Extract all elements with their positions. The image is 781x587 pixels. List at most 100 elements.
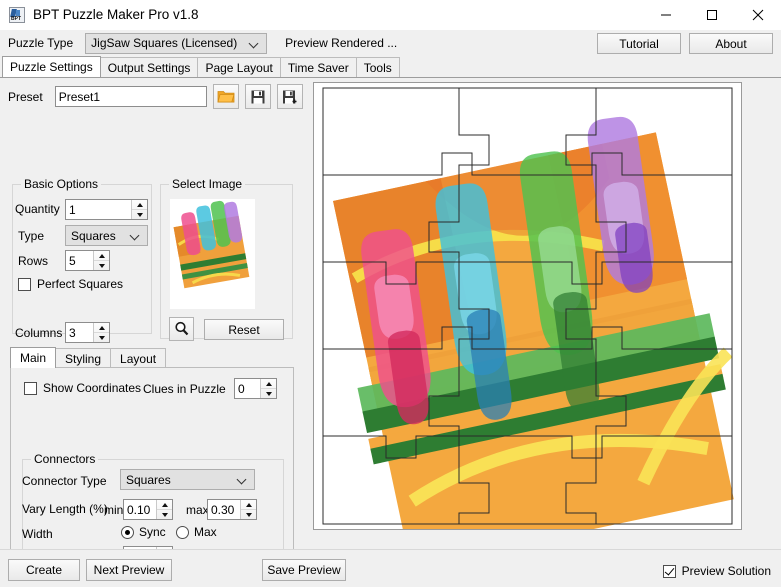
inner-tabstrip: Main Styling Layout [10,346,294,368]
columns-stepper-down[interactable] [94,333,109,342]
settings-pane: Preset Preset1 [0,78,305,549]
clues-in-puzzle-label: Clues in Puzzle [143,382,226,396]
type-select[interactable]: Squares [65,225,148,246]
status-text: Preview Rendered ... [285,36,397,50]
min-stepper-down[interactable] [157,510,172,519]
puzzle-type-value: JigSaw Squares (Licensed) [91,36,237,50]
vary-length-max-stepper[interactable] [240,500,256,519]
main-tabstrip: Puzzle Settings Output Settings Page Lay… [0,56,781,77]
save-disk-icon[interactable] [245,84,271,109]
tab-tools[interactable]: Tools [356,57,400,77]
preview-solution-checkbox[interactable]: Preview Solution [663,564,771,578]
top-right-buttons: Tutorial About [597,33,773,54]
width-max-radio[interactable]: Max [176,525,217,539]
columns-stepper[interactable] [93,323,109,342]
inner-tab-layout[interactable]: Layout [110,348,166,368]
vary-length-label: Vary Length (%) [22,502,108,516]
min-stepper-up[interactable] [157,500,172,510]
show-coordinates-checkbox[interactable]: Show Coordinates [24,381,141,395]
width-label: Width [22,527,53,541]
highlighter-pens-thumbnail[interactable] [170,199,255,309]
vary-length-max-input[interactable]: 0.30 [207,499,257,520]
radio-box [121,526,134,539]
inner-tab-main[interactable]: Main [10,347,56,368]
tab-puzzle-settings[interactable]: Puzzle Settings [2,56,101,77]
bpt-app-icon: BPT [9,7,25,23]
connector-type-select[interactable]: Squares [120,469,255,490]
tutorial-button[interactable]: Tutorial [597,33,681,54]
preview-solution-label: Preview Solution [682,564,771,578]
next-preview-button[interactable]: Next Preview [86,559,172,581]
quantity-stepper-down[interactable] [132,210,147,219]
preset-input[interactable]: Preset1 [55,86,207,107]
tab-page-layout[interactable]: Page Layout [197,57,280,77]
maximize-icon[interactable] [689,0,735,30]
radio-box [176,526,189,539]
vary-length-min-stepper[interactable] [156,500,172,519]
quantity-stepper-up[interactable] [132,200,147,210]
app-window: BPT BPT Puzzle Maker Pro v1.8 Puzzle Typ… [0,0,781,587]
rows-stepper[interactable] [93,251,109,270]
clues-stepper-up[interactable] [261,379,276,389]
connector-type-value: Squares [126,473,171,487]
tab-output-settings[interactable]: Output Settings [100,57,199,77]
preset-label: Preset [8,90,43,104]
width-sync-radio[interactable]: Sync [121,525,166,539]
clues-in-puzzle-input[interactable]: 0 [234,378,277,399]
rows-stepper-down[interactable] [94,261,109,270]
save-as-disk-icon[interactable] [277,84,303,109]
window-controls [643,0,781,30]
type-value: Squares [71,229,116,243]
chevron-down-icon [250,39,259,48]
clues-stepper-down[interactable] [261,389,276,398]
create-button[interactable]: Create [8,559,80,581]
quantity-stepper[interactable] [131,200,147,219]
app-icon-text: BPT [11,17,21,22]
vary-length-min-value: 0.10 [127,503,150,517]
preset-value: Preset1 [59,90,100,104]
select-image-title: Select Image [169,177,245,191]
puzzle-preview[interactable] [313,82,742,530]
window-title: BPT Puzzle Maker Pro v1.8 [33,7,199,22]
vary-length-max-label: max [186,503,209,517]
clues-in-puzzle-value: 0 [238,382,245,396]
vary-length-min-label: min [104,503,123,517]
max-stepper-up[interactable] [241,500,256,510]
rows-value: 5 [69,254,76,268]
about-button[interactable]: About [689,33,773,54]
columns-stepper-up[interactable] [94,323,109,333]
save-preview-button[interactable]: Save Preview [262,559,346,581]
columns-value: 3 [69,326,76,340]
rows-stepper-up[interactable] [94,251,109,261]
quantity-input[interactable]: 1 [65,199,148,220]
reset-button[interactable]: Reset [204,319,284,340]
columns-label: Columns [15,326,62,340]
title-bar: BPT BPT Puzzle Maker Pro v1.8 [0,0,781,30]
vary-length-max-value: 0.30 [211,503,234,517]
perfect-squares-label: Perfect Squares [37,277,123,291]
puzzle-type-select[interactable]: JigSaw Squares (Licensed) [85,33,267,54]
inner-tab-styling[interactable]: Styling [55,348,111,368]
perfect-squares-checkbox[interactable]: Perfect Squares [18,277,123,291]
minimize-icon[interactable] [643,0,689,30]
type-label: Type [18,229,44,243]
bottom-bar: Create Next Preview Save Preview Preview… [0,549,781,587]
chevron-down-icon [238,475,247,484]
checkbox-box [24,382,37,395]
preview-pane [305,78,781,549]
columns-input[interactable]: 3 [65,322,110,343]
magnifier-icon[interactable] [169,317,194,341]
width-sync-label: Sync [139,525,166,539]
open-folder-icon[interactable] [213,84,239,109]
tab-time-saver[interactable]: Time Saver [280,57,357,77]
puzzle-type-label: Puzzle Type [8,36,73,50]
clues-in-puzzle-stepper[interactable] [260,379,276,398]
vary-length-min-input[interactable]: 0.10 [123,499,173,520]
rows-input[interactable]: 5 [65,250,110,271]
rows-label: Rows [18,254,48,268]
close-icon[interactable] [735,0,781,30]
preview-scrollbar[interactable] [764,78,781,549]
connectors-title: Connectors [31,452,98,466]
max-stepper-down[interactable] [241,510,256,519]
basic-options-title: Basic Options [21,177,101,191]
